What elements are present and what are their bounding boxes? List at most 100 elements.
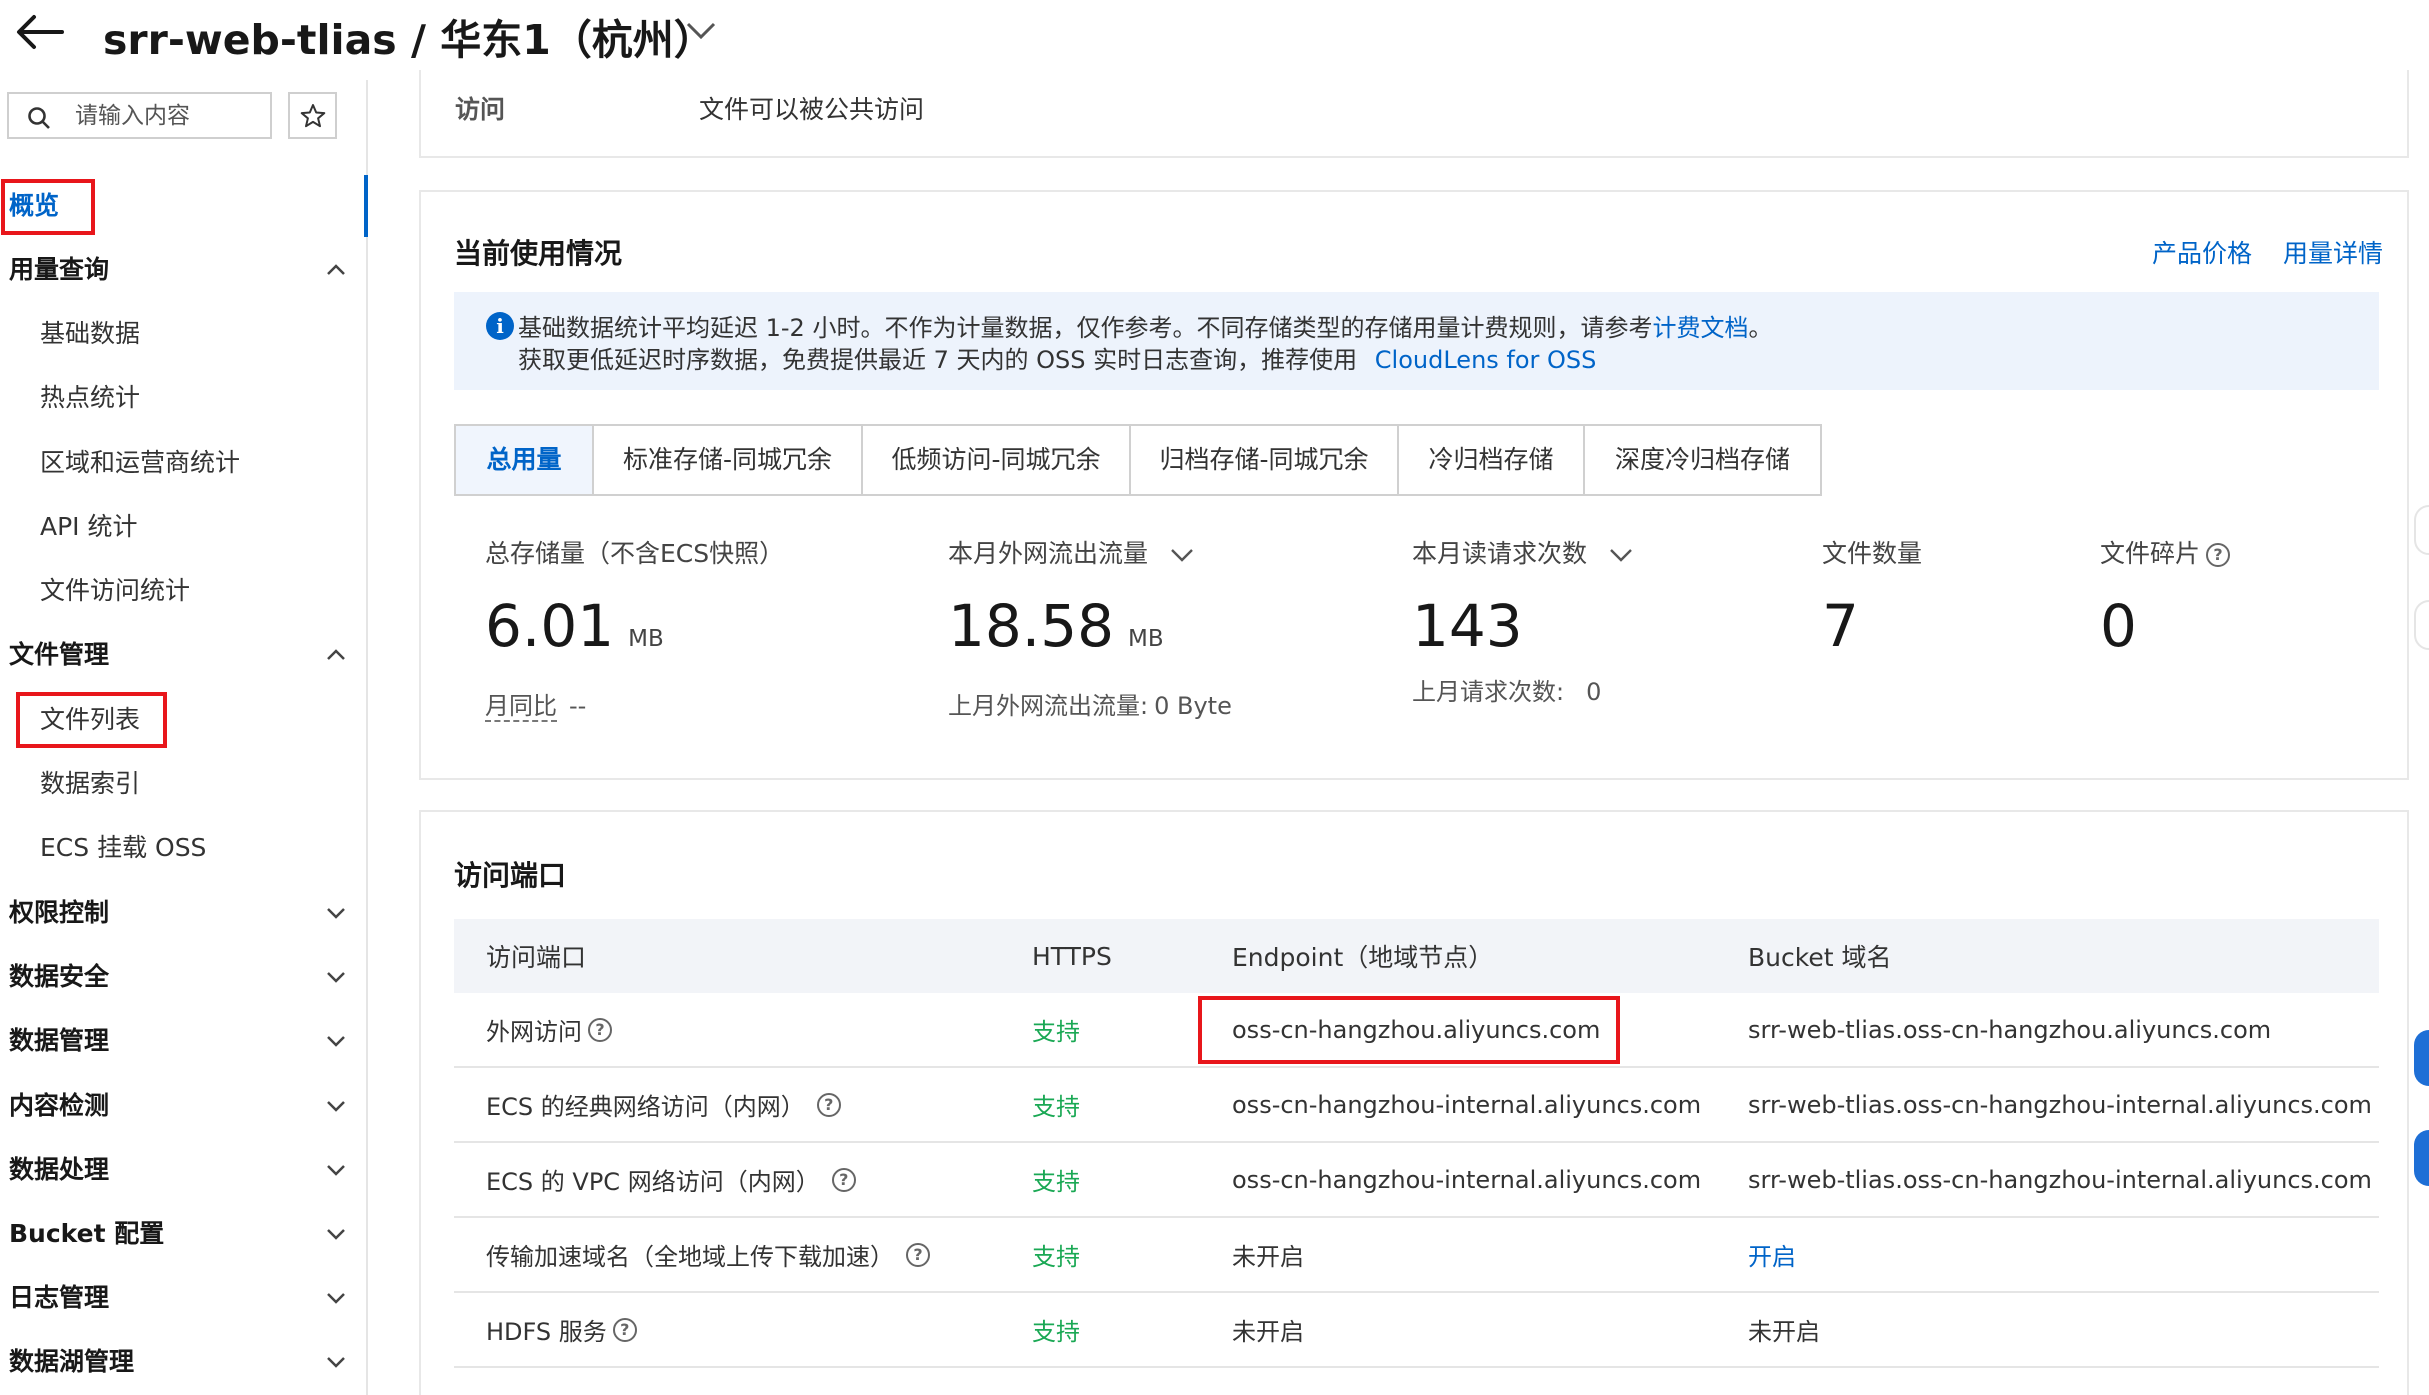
endpoint-cell: 未开启	[1232, 1243, 1304, 1271]
chevron-down-icon	[327, 908, 345, 919]
floating-widget[interactable]	[2414, 600, 2429, 650]
floating-widget[interactable]	[2414, 1030, 2429, 1086]
usage-details-link[interactable]: 用量详情	[2283, 234, 2383, 270]
highlight-box	[1, 179, 95, 235]
nav-group-label: 内容检测	[9, 1091, 110, 1120]
endpoint-cell: oss-cn-hangzhou-internal.aliyuncs.com	[1232, 1165, 1702, 1194]
notice-line-2: 获取更低延迟时序数据，免费提供最近 7 天内的 OSS 实时日志查询，推荐使用 …	[518, 340, 1596, 375]
metric-file-count-label: 文件数量	[1822, 539, 1923, 568]
question-icon[interactable]: ?	[588, 1017, 612, 1042]
notice-line-1: 基础数据统计平均延迟 1-2 小时。不作为计量数据，仅作参考。不同存储类型的存储…	[518, 308, 1772, 343]
column-header: HTTPS	[1032, 941, 1112, 971]
metric-traffic-label[interactable]: 本月外网流出流量	[948, 534, 1194, 570]
metric-traffic-sub: 上月外网流出流量: 0 Byte	[948, 686, 1232, 721]
nav-item-data-index[interactable]: 数据索引	[40, 756, 360, 812]
page-header: srr-web-tlias / 华东1（杭州）	[0, 0, 2429, 70]
cloudlens-link[interactable]: CloudLens for OSS	[1375, 346, 1597, 374]
metric-requests-label[interactable]: 本月读请求次数	[1412, 534, 1633, 570]
nav-group-data-lake[interactable]: 数据湖管理	[9, 1334, 369, 1390]
table-row: ECS 的 VPC 网络访问（内网）? 支持 oss-cn-hangzhou-i…	[454, 1143, 2379, 1218]
chevron-up-icon	[327, 649, 345, 660]
enable-acceleration-link[interactable]: 开启	[1748, 1218, 1796, 1291]
nav-group-bucket-config[interactable]: Bucket 配置	[9, 1206, 369, 1262]
nav-group-content-detection[interactable]: 内容检测	[9, 1078, 369, 1134]
chevron-down-icon	[327, 1357, 345, 1368]
column-header: Bucket 域名	[1748, 943, 1892, 972]
notice-banner: i 基础数据统计平均延迟 1-2 小时。不作为计量数据，仅作参考。不同存储类型的…	[454, 292, 2379, 390]
endpoint-cell: oss-cn-hangzhou-internal.aliyuncs.com	[1232, 1090, 1702, 1119]
nav-group-label: 日志管理	[9, 1283, 110, 1312]
usage-card: 当前使用情况 产品价格 用量详情 i 基础数据统计平均延迟 1-2 小时。不作为…	[419, 190, 2409, 780]
nav-item-hot-stats[interactable]: 热点统计	[40, 370, 360, 426]
question-icon[interactable]: ?	[906, 1242, 930, 1267]
question-icon[interactable]: ?	[816, 1092, 841, 1117]
port-cell: 外网访问?	[486, 993, 612, 1066]
nav-group-label: 文件管理	[9, 640, 110, 669]
nav-group-file-management[interactable]: 文件管理	[9, 627, 369, 683]
star-icon	[300, 103, 325, 127]
nav-item-api-stats[interactable]: API 统计	[40, 499, 360, 555]
search-icon	[28, 107, 50, 129]
nav-item-file-access-stats[interactable]: 文件访问统计	[40, 563, 360, 619]
nav-group-data-security[interactable]: 数据安全	[9, 949, 369, 1005]
nav-item-region-stats[interactable]: 区域和运营商统计	[40, 435, 360, 491]
port-cell: ECS 的经典网络访问（内网）?	[486, 1068, 841, 1141]
tab-archive[interactable]: 归档存储-同城冗余	[1131, 426, 1399, 494]
table-row: ECS 的经典网络访问（内网）? 支持 oss-cn-hangzhou-inte…	[454, 1068, 2379, 1143]
metric-storage-value: 6.01 MB	[485, 592, 664, 660]
floating-widget[interactable]	[2414, 1130, 2429, 1186]
last-month-traffic-label: 上月外网流出流量:	[948, 692, 1149, 720]
floating-widget[interactable]	[2414, 505, 2429, 555]
nav-group-permissions[interactable]: 权限控制	[9, 885, 369, 941]
search-input[interactable]	[75, 98, 265, 134]
port-name: HDFS 服务	[486, 1318, 607, 1346]
metric-storage-label: 总存储量（不含ECS快照）	[485, 539, 785, 568]
nav-group-data-processing[interactable]: 数据处理	[9, 1142, 369, 1198]
domain-cell: srr-web-tlias.oss-cn-hangzhou.aliyuncs.c…	[1748, 1015, 2272, 1044]
last-month-requests-value: 0	[1586, 678, 1602, 706]
port-name: 外网访问	[486, 1018, 582, 1046]
nav-item-ecs-mount[interactable]: ECS 挂载 OSS	[40, 820, 360, 876]
nav-group-log-management[interactable]: 日志管理	[9, 1270, 369, 1326]
chevron-down-icon[interactable]	[685, 16, 717, 44]
question-icon[interactable]: ?	[2206, 543, 2231, 567]
https-cell: 支持	[1032, 1318, 1080, 1346]
chevron-up-icon	[327, 264, 345, 275]
chevron-down-icon	[327, 1229, 345, 1240]
nav-group-data-management[interactable]: 数据管理	[9, 1013, 369, 1069]
nav-group-label: 权限控制	[9, 898, 110, 927]
tab-infrequent[interactable]: 低频访问-同城冗余	[863, 426, 1131, 494]
metric-label-text: 文件碎片	[2100, 539, 2201, 568]
back-arrow-icon[interactable]	[14, 12, 66, 52]
nav-group-label: 数据处理	[9, 1155, 110, 1184]
chevron-down-icon	[327, 972, 345, 983]
tab-cold-archive[interactable]: 冷归档存储	[1399, 426, 1585, 494]
access-value: 文件可以被公共访问	[699, 95, 925, 124]
metric-traffic-value: 18.58 MB	[948, 592, 1164, 660]
usage-title: 当前使用情况	[454, 237, 623, 270]
nav-group-label: Bucket 配置	[9, 1219, 165, 1248]
metric-label-text: 本月读请求次数	[1412, 539, 1588, 568]
domain-cell: 未开启	[1748, 1318, 1820, 1346]
metric-label-text: 本月外网流出流量	[948, 539, 1149, 568]
favorite-button[interactable]	[288, 92, 337, 139]
question-icon[interactable]: ?	[612, 1317, 637, 1342]
billing-doc-link[interactable]: 计费文档	[1652, 314, 1748, 342]
nav-item-basic-data[interactable]: 基础数据	[40, 306, 360, 362]
question-icon[interactable]: ?	[831, 1167, 856, 1192]
tab-total[interactable]: 总用量	[456, 426, 594, 494]
nav-group-label: 数据安全	[9, 962, 110, 991]
chevron-down-icon	[327, 1101, 345, 1112]
metric-file-count-value: 7	[1822, 592, 1859, 660]
search-box[interactable]	[7, 92, 272, 139]
last-month-requests-label: 上月请求次数:	[1412, 678, 1565, 706]
mom-label[interactable]: 月同比	[485, 692, 557, 722]
sidebar: 概览 用量查询 基础数据 热点统计 区域和运营商统计 API 统计 文件访问统计…	[0, 80, 368, 1395]
chevron-down-icon	[327, 1036, 345, 1047]
tab-deep-cold-archive[interactable]: 深度冷归档存储	[1585, 426, 1820, 494]
pricing-link[interactable]: 产品价格	[2152, 234, 2252, 270]
table-header: 访问端口 HTTPS Endpoint（地域节点） Bucket 域名	[454, 919, 2379, 993]
tab-standard[interactable]: 标准存储-同城冗余	[594, 426, 863, 494]
nav-group-usage[interactable]: 用量查询	[9, 242, 369, 298]
notice-text: 。	[1748, 314, 1773, 342]
